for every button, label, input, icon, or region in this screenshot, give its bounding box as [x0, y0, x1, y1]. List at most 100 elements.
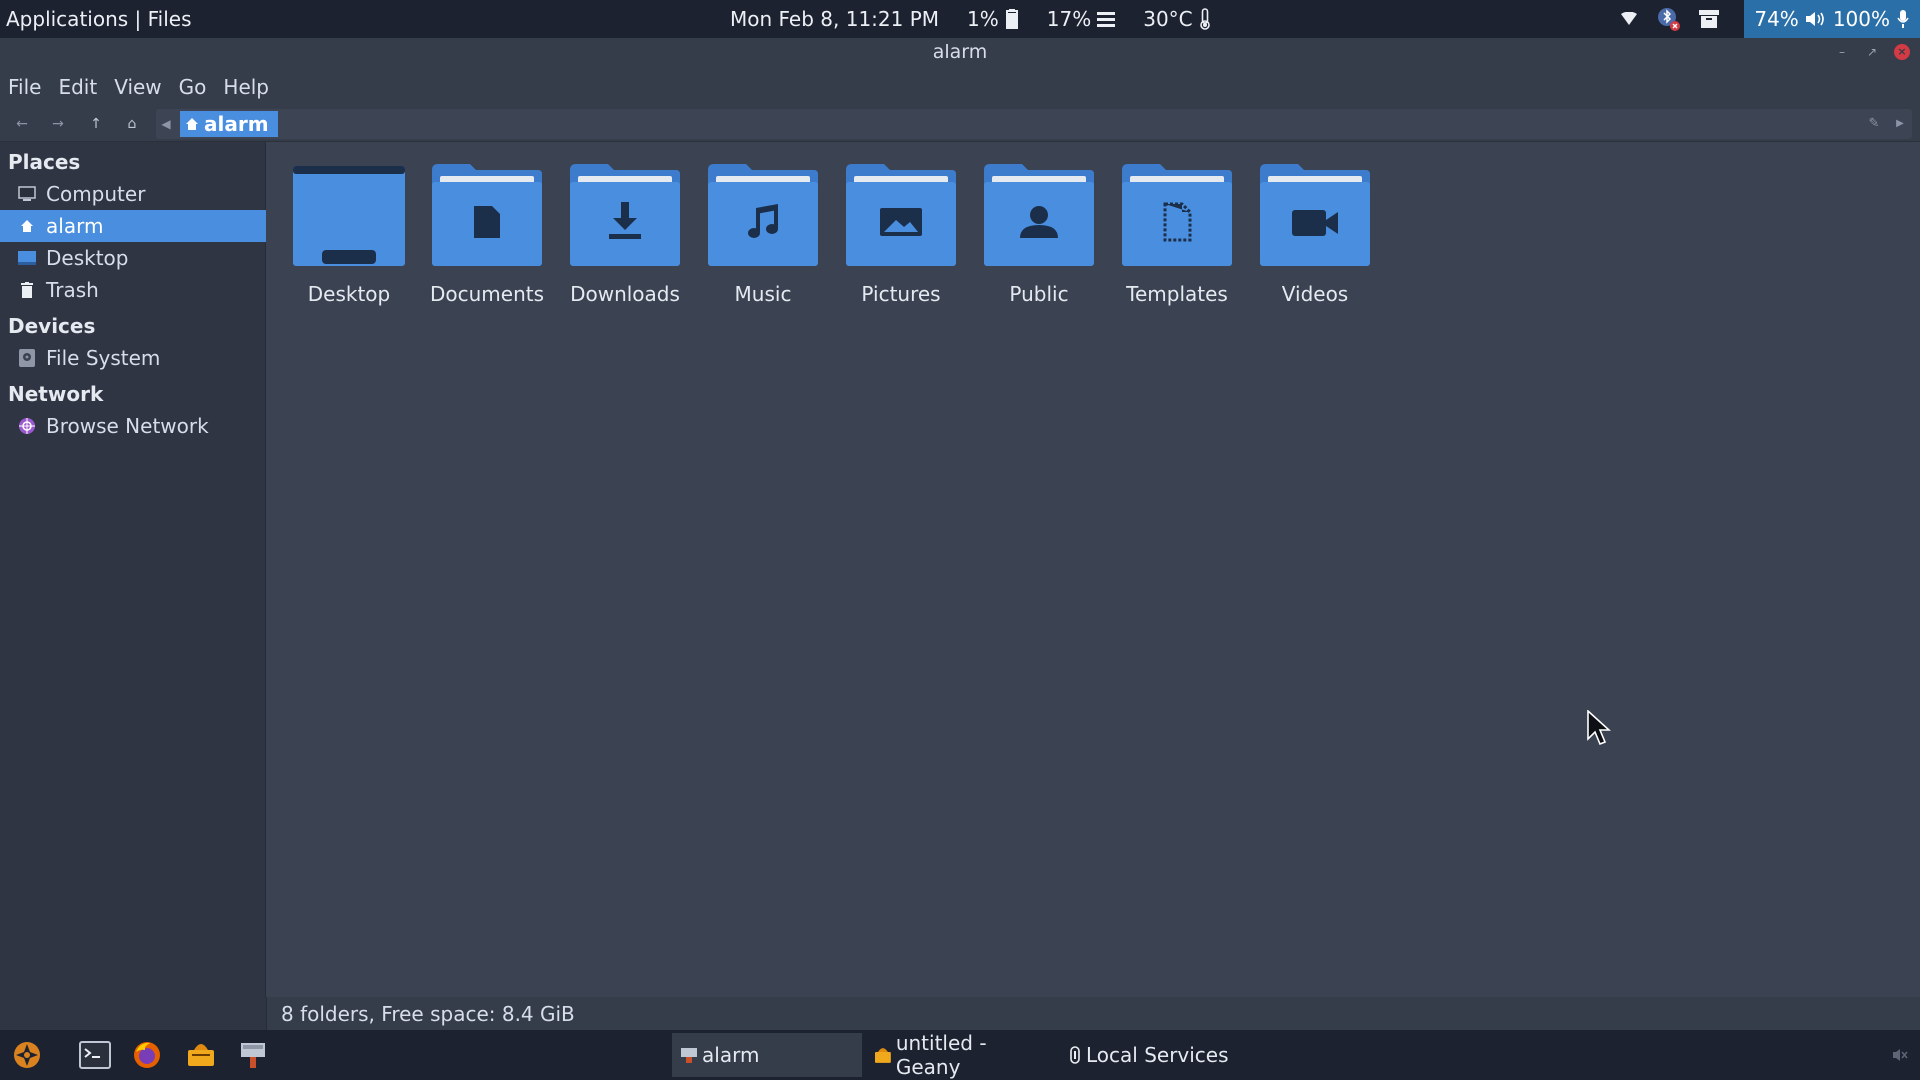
sidebar-item-browse-network[interactable]: Browse Network [0, 410, 266, 442]
folder-label: Music [734, 282, 792, 306]
sidebar-item-desktop[interactable]: Desktop [0, 242, 266, 274]
maximize-button[interactable]: ↗ [1864, 44, 1880, 60]
templates-folder-icon [1122, 164, 1232, 266]
task-label: alarm [702, 1043, 760, 1067]
menu-view[interactable]: View [114, 75, 161, 99]
window-titlebar[interactable]: alarm – ↗ × [0, 38, 1920, 68]
menu-help[interactable]: Help [223, 75, 269, 99]
folder-templates[interactable]: Templates [1109, 162, 1245, 322]
path-bar[interactable]: ◀ alarm ✎ ▶ [156, 109, 1912, 139]
trash-icon [18, 281, 36, 299]
folder-label: Documents [429, 282, 545, 306]
battery-value: 74% [1754, 7, 1799, 31]
desktop-icon [18, 249, 36, 267]
statusbar: 8 folders, Free space: 8.4 GiB [267, 997, 1920, 1031]
status-text: 8 folders, Free space: 8.4 GiB [281, 1002, 575, 1026]
sidebar-item-computer[interactable]: Computer [0, 178, 266, 210]
info-task-icon [1070, 1046, 1080, 1064]
folder-label: Videos [1281, 282, 1349, 306]
sidebar-status-fill [0, 997, 267, 1031]
task-geany[interactable]: untitled - Geany [866, 1031, 1056, 1079]
volume-icon [1805, 12, 1824, 26]
sidebar-devices-header: Devices [8, 314, 96, 338]
path-crumb-home[interactable]: alarm [180, 111, 278, 137]
microphone-icon [1897, 10, 1909, 28]
folder-pictures[interactable]: Pictures [833, 162, 969, 322]
home-icon [18, 217, 36, 235]
bluetooth-off-icon[interactable] [1652, 0, 1686, 38]
menu-go[interactable]: Go [179, 75, 207, 99]
battery-small-value: 1% [967, 7, 999, 31]
cpu-menu-icon [1097, 12, 1116, 27]
minimize-button[interactable]: – [1834, 44, 1850, 60]
temperature-indicator: 30°C [1143, 7, 1210, 31]
sidebar-network-header: Network [8, 382, 104, 406]
task-alarm[interactable]: alarm [672, 1033, 862, 1077]
sidebar-item-trash[interactable]: Trash [0, 274, 266, 306]
temperature-value: 30°C [1143, 7, 1193, 31]
file-manager-task-icon [681, 1048, 697, 1063]
mute-icon[interactable] [1888, 1039, 1912, 1071]
wifi-icon[interactable] [1612, 0, 1646, 38]
path-scroll-right-icon[interactable]: ▶ [1890, 114, 1910, 134]
folder-downloads[interactable]: Downloads [557, 162, 693, 322]
geany-icon[interactable] [185, 1039, 217, 1071]
public-folder-icon [984, 164, 1094, 266]
sidebar-item-label: Computer [46, 182, 146, 206]
close-button[interactable]: × [1894, 44, 1910, 60]
terminal-icon[interactable] [79, 1039, 111, 1071]
computer-icon [18, 185, 36, 203]
back-icon[interactable]: ← [12, 114, 32, 134]
cpu-indicator: 17% [1046, 7, 1116, 31]
edit-path-icon[interactable]: ✎ [1864, 114, 1884, 134]
cpu-value: 17% [1046, 7, 1092, 31]
window-title: alarm [932, 41, 988, 63]
sidebar: Places Computer alarm Desktop Trash Devi… [0, 142, 266, 1030]
sidebar-places-header: Places [8, 150, 81, 174]
sidebar-item-label: File System [46, 346, 161, 370]
parent-folder-icon[interactable]: ↑ [86, 114, 106, 134]
thermometer-icon [1199, 8, 1210, 30]
menu-edit[interactable]: Edit [58, 75, 97, 99]
path-scroll-left-icon[interactable]: ◀ [156, 114, 176, 134]
folder-label: Downloads [570, 282, 680, 306]
downloads-folder-icon [570, 164, 680, 266]
task-label: untitled - Geany [895, 1031, 987, 1079]
sidebar-item-alarm[interactable]: alarm [0, 210, 266, 242]
folder-music[interactable]: Music [695, 162, 831, 322]
location-toolbar: ← → ↑ ⌂ ◀ alarm ✎ ▶ [0, 106, 1920, 142]
mouse-cursor-icon [1587, 710, 1611, 746]
firefox-icon[interactable] [131, 1039, 163, 1071]
folder-label: Pictures [861, 282, 941, 306]
top-panel: Applications | Files Mon Feb 8, 11:21 PM… [0, 0, 1920, 38]
system-status-area[interactable]: 74% 100% [1744, 0, 1920, 38]
whisker-menu-icon[interactable] [11, 1039, 43, 1071]
file-view[interactable]: Desktop Documents Downloads Music Pictur… [267, 142, 1920, 997]
taskbar: alarm untitled - Geany Local Services [0, 1030, 1920, 1080]
folder-label: Desktop [307, 282, 391, 306]
archive-icon[interactable] [1692, 0, 1726, 38]
sidebar-item-file-system[interactable]: File System [0, 342, 266, 374]
folder-desktop[interactable]: Desktop [281, 162, 417, 322]
forward-icon[interactable]: → [48, 114, 68, 134]
geany-task-icon [874, 1048, 891, 1063]
documents-folder-icon [432, 164, 542, 266]
battery-small-icon [1005, 9, 1018, 29]
home-icon[interactable]: ⌂ [122, 114, 142, 134]
task-local-services[interactable]: Local Services [1060, 1033, 1250, 1077]
pictures-folder-icon [846, 164, 956, 266]
battery-small-indicator: 1% [967, 7, 1019, 31]
file-manager-icon[interactable] [237, 1039, 269, 1071]
network-icon [18, 417, 36, 435]
sidebar-item-label: Browse Network [46, 414, 209, 438]
desktop-folder-icon [293, 166, 405, 266]
volume-value: 100% [1832, 7, 1890, 31]
task-label: Local Services [1086, 1043, 1229, 1067]
folder-documents[interactable]: Documents [419, 162, 555, 322]
menu-file[interactable]: File [8, 75, 41, 99]
clock[interactable]: Mon Feb 8, 11:21 PM [730, 7, 939, 31]
applications-menu[interactable]: Applications | Files [6, 7, 192, 31]
menubar: File Edit View Go Help [0, 68, 1920, 106]
folder-videos[interactable]: Videos [1247, 162, 1383, 322]
folder-public[interactable]: Public [971, 162, 1107, 322]
